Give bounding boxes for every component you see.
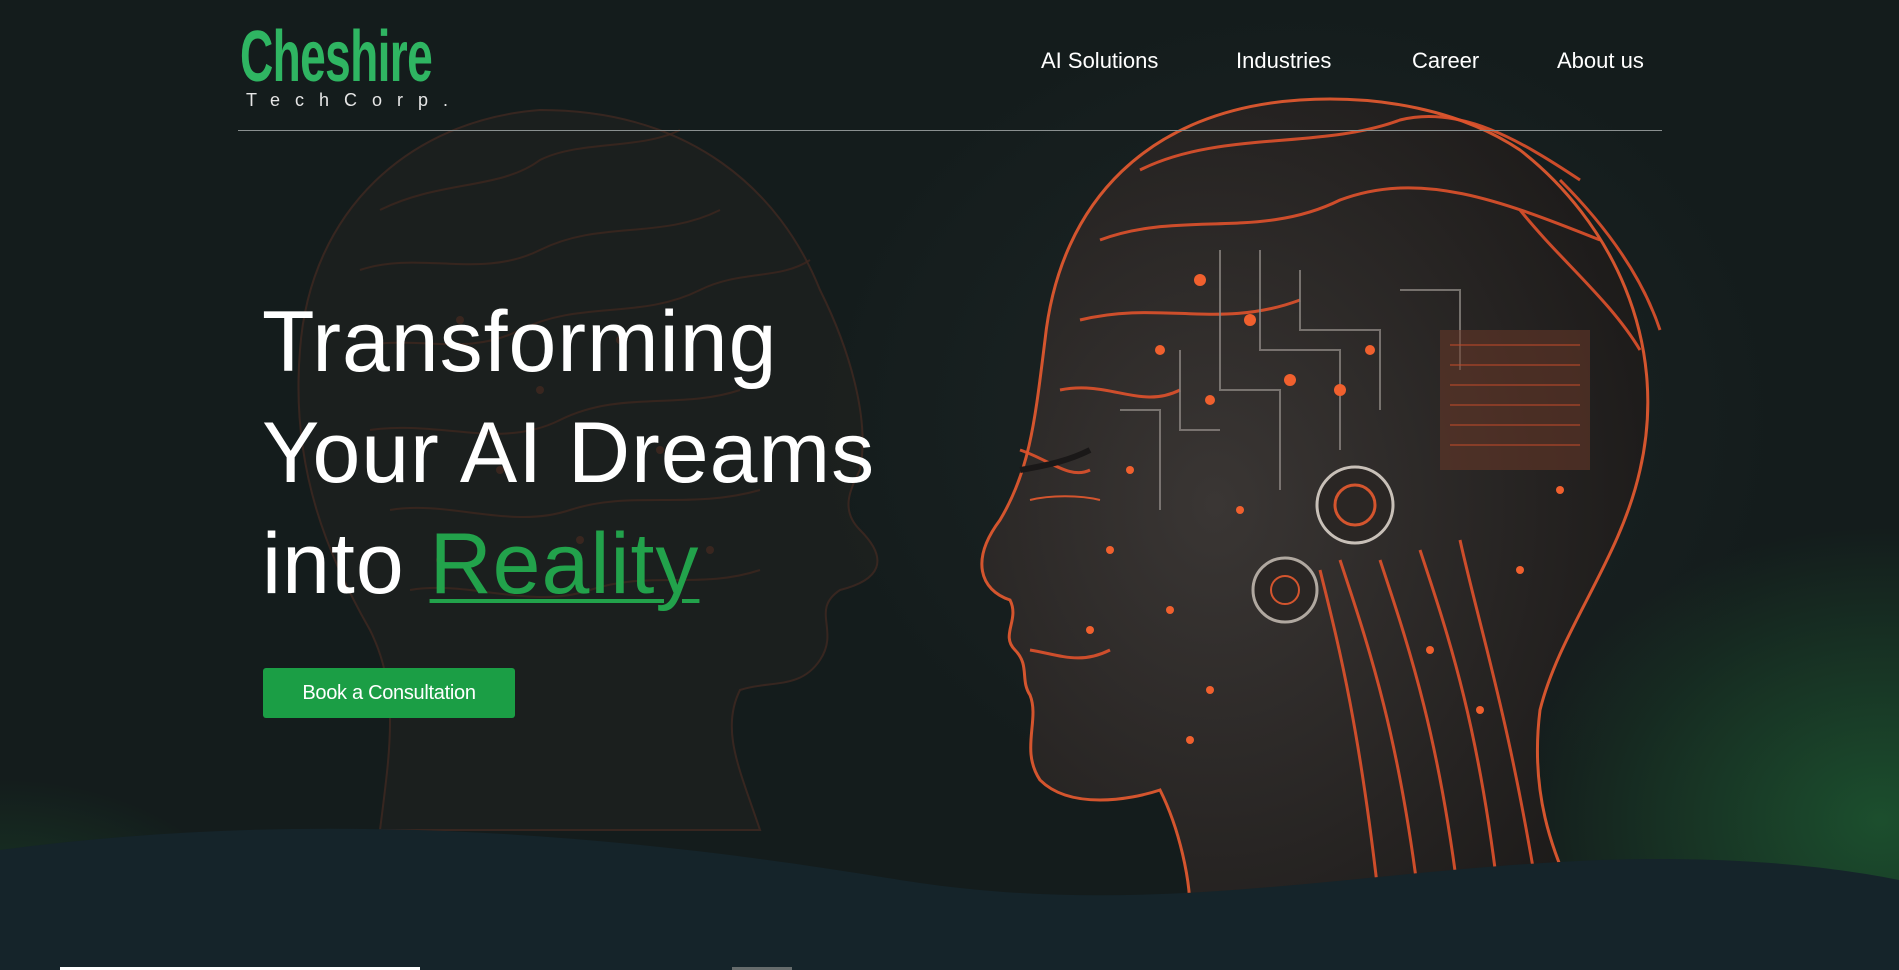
headline-line-2: Your AI Dreams [262, 405, 876, 501]
nav-divider [238, 130, 1662, 131]
nav-ai-solutions[interactable]: AI Solutions [1041, 48, 1158, 74]
main-nav: AI Solutions Industries Career About us [0, 48, 1899, 82]
hero-headline: Transforming Your AI Dreams into Reality [262, 287, 982, 620]
bottom-wave-divider [0, 828, 1899, 970]
brand-tagline: TechCorp. [246, 90, 464, 110]
headline-line-3: into Reality [262, 509, 982, 620]
headline-line-3-prefix: into [262, 516, 430, 612]
headline-line-1: Transforming [262, 294, 778, 390]
nav-about-us[interactable]: About us [1557, 48, 1644, 74]
nav-career[interactable]: Career [1412, 48, 1479, 74]
circuit-head-image [980, 97, 1662, 912]
headline-accent-word: Reality [429, 516, 700, 612]
nav-industries[interactable]: Industries [1236, 48, 1331, 74]
book-consultation-button[interactable]: Book a Consultation [263, 668, 515, 718]
